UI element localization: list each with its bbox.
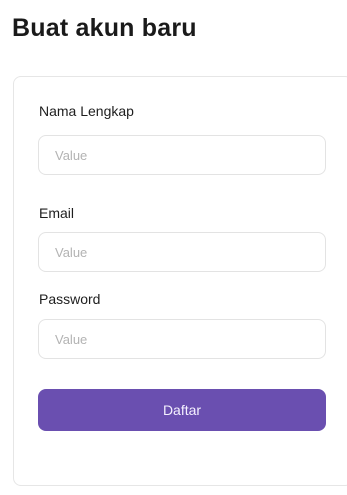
email-label: Email [39,205,75,221]
page-title: Buat akun baru [12,14,197,42]
email-input[interactable] [38,232,326,272]
password-label: Password [39,291,101,307]
password-input[interactable] [38,319,326,359]
signup-form-card: Nama Lengkap Email Password Daftar [13,76,347,486]
full-name-input[interactable] [38,135,326,175]
full-name-label: Nama Lengkap [39,103,134,119]
register-button[interactable]: Daftar [38,389,326,431]
